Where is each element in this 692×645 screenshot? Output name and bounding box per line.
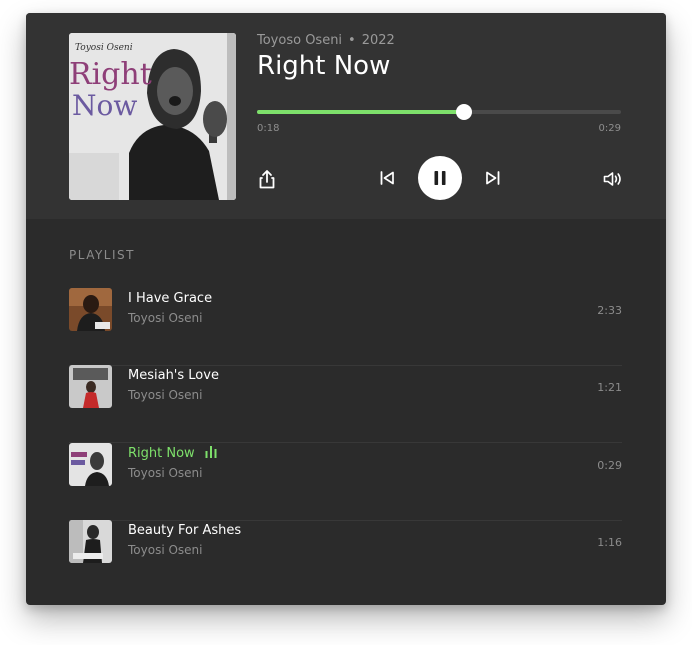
album-cover: Toyosi Oseni Right Now <box>69 33 236 200</box>
track-artist: Toyoso Oseni <box>257 33 343 48</box>
next-button[interactable] <box>482 167 504 189</box>
cover-title-line1: Right <box>69 57 152 92</box>
track-thumbnail <box>69 288 112 331</box>
playlist-item[interactable]: I Have Grace Toyosi Oseni 2:33 <box>69 288 622 366</box>
playlist-item-title: I Have Grace <box>128 291 213 306</box>
play-pause-button[interactable] <box>418 156 462 200</box>
playlist-item-duration: 1:21 <box>597 381 622 394</box>
thumbnail-art <box>69 520 112 563</box>
playlist-item-artist: Toyosi Oseni <box>128 466 203 480</box>
share-button[interactable] <box>255 167 279 191</box>
current-time: 0:18 <box>257 123 280 134</box>
playlist-item-title: Mesiah's Love <box>128 368 219 383</box>
playlist-item-title: Beauty For Ashes <box>128 523 242 538</box>
skip-next-icon <box>486 171 500 185</box>
total-time: 0:29 <box>598 123 621 134</box>
playlist-heading: PLAYLIST <box>69 248 135 262</box>
track-thumbnail <box>69 365 112 408</box>
playlist-item-artist: Toyosi Oseni <box>128 311 203 325</box>
share-icon <box>259 170 275 189</box>
track-thumbnail <box>69 520 112 563</box>
playlist-item[interactable]: Beauty For Ashes Toyosi Oseni 1:16 <box>69 520 622 597</box>
meta-separator: • <box>348 33 356 48</box>
thumbnail-art <box>69 288 112 331</box>
previous-button[interactable] <box>376 167 398 189</box>
playlist-item-artist: Toyosi Oseni <box>128 388 203 402</box>
playlist-item-duration: 0:29 <box>597 459 622 472</box>
thumbnail-art <box>69 443 112 486</box>
progress-handle[interactable] <box>456 104 473 120</box>
track-title: Right Now <box>257 51 391 81</box>
playlist-item-title: Right Now <box>128 446 217 461</box>
skip-previous-icon <box>380 171 394 185</box>
thumbnail-art <box>69 365 112 408</box>
cover-title-line2: Now <box>72 89 138 122</box>
playlist-item[interactable]: Mesiah's Love Toyosi Oseni 1:21 <box>69 365 622 443</box>
cover-signature-text: Toyosi Oseni <box>75 43 133 53</box>
music-player-card: Toyosi Oseni Right Now Toyoso Oseni • 2022… <box>26 13 666 605</box>
now-playing-equalizer-icon <box>205 446 217 458</box>
pause-icon <box>434 171 446 185</box>
volume-button[interactable] <box>601 167 625 191</box>
playlist-item-active[interactable]: Right Now Toyosi Oseni 0:29 <box>69 443 622 521</box>
volume-icon <box>603 172 621 186</box>
now-playing-panel: Toyosi Oseni Right Now Toyoso Oseni • 2022… <box>26 13 666 219</box>
track-thumbnail <box>69 443 112 486</box>
track-year: 2022 <box>361 33 395 48</box>
playlist-item-duration: 2:33 <box>597 304 622 317</box>
playlist-item-duration: 1:16 <box>597 536 622 549</box>
track-meta: Toyoso Oseni • 2022 <box>257 33 395 48</box>
playlist-item-artist: Toyosi Oseni <box>128 543 203 557</box>
progress-fill <box>257 110 465 114</box>
playlist-item-title-text: Right Now <box>128 446 195 461</box>
progress-bar[interactable] <box>257 104 621 120</box>
